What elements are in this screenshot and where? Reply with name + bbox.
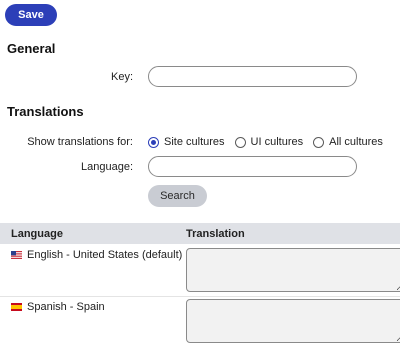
es-flag-icon [11, 303, 22, 311]
table-row: English - United States (default) [0, 244, 400, 297]
search-button[interactable]: Search [148, 185, 207, 207]
translation-input[interactable] [186, 299, 400, 343]
radio-button-checked[interactable] [148, 136, 159, 148]
culture-radio-group: Site cultures UI cultures All cultures [148, 136, 393, 148]
table-row: Spanish - Spain [0, 296, 400, 358]
language-name: English - United States (default) [27, 249, 183, 261]
general-heading: General [7, 41, 56, 56]
show-translations-label: Show translations for: [27, 136, 133, 148]
radio-ui-cultures-label: UI cultures [250, 136, 304, 148]
radio-all-cultures-label: All cultures [329, 136, 383, 148]
language-cell: Spanish - Spain [11, 301, 105, 313]
radio-site-cultures[interactable]: Site cultures [148, 136, 225, 148]
radio-button-unchecked[interactable] [234, 136, 246, 148]
language-input[interactable] [148, 156, 357, 177]
translation-input[interactable] [186, 248, 400, 292]
column-header-language[interactable]: Language [11, 228, 63, 240]
radio-all-cultures[interactable]: All cultures [313, 136, 383, 148]
language-cell: English - United States (default) [11, 249, 182, 261]
key-label: Key: [110, 71, 133, 83]
grid-header: Language Translation [0, 223, 400, 244]
language-label: Language: [81, 161, 133, 173]
save-button[interactable]: Save [5, 4, 57, 26]
translations-heading: Translations [7, 104, 84, 119]
key-input[interactable] [148, 66, 357, 87]
radio-button-unchecked[interactable] [313, 136, 325, 148]
us-flag-icon [11, 251, 22, 259]
radio-ui-cultures[interactable]: UI cultures [234, 136, 304, 148]
radio-site-cultures-label: Site cultures [164, 136, 225, 148]
language-name: Spanish - Spain [27, 301, 105, 313]
column-header-translation[interactable]: Translation [186, 228, 245, 240]
